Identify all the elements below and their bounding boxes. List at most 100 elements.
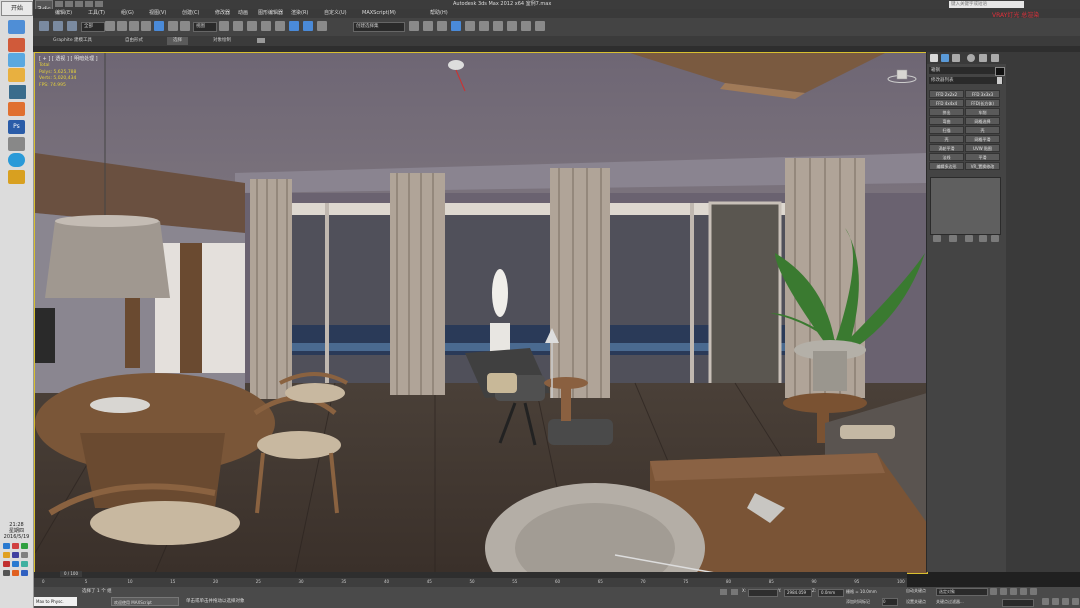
meshsmooth-button[interactable]: 网格平滑 xyxy=(965,135,1000,143)
browser-icon[interactable] xyxy=(8,38,25,52)
menu-item[interactable]: 组(G) xyxy=(121,9,134,18)
undo-icon[interactable] xyxy=(85,1,93,7)
pin-stack-icon[interactable] xyxy=(933,235,941,242)
modifier-list-dropdown[interactable]: 修改器列表 xyxy=(929,77,1003,84)
tray-icon[interactable] xyxy=(3,570,10,576)
open-file-icon[interactable] xyxy=(65,1,73,7)
key-selection-dropdown[interactable]: 选定对象 xyxy=(936,588,988,596)
window-crossing-icon[interactable] xyxy=(141,21,151,31)
snap-toggle-icon[interactable] xyxy=(261,21,271,31)
qq-icon[interactable] xyxy=(8,20,25,34)
object-name-field[interactable]: 箱钢 xyxy=(929,67,995,74)
link-icon[interactable] xyxy=(53,21,63,31)
percent-snap-icon[interactable] xyxy=(289,21,299,31)
next-frame-icon[interactable] xyxy=(1020,588,1027,595)
y-coordinate-field[interactable]: 2984.059 xyxy=(784,589,812,597)
modifier-stack[interactable] xyxy=(930,177,1001,235)
zoom-icon[interactable] xyxy=(1042,598,1049,605)
pivot-center-icon[interactable] xyxy=(219,21,229,31)
maxscript-listener[interactable]: Max to Physc. xyxy=(34,597,77,606)
modify-tab-icon[interactable] xyxy=(941,54,949,62)
add-time-tag-button[interactable]: 添加时间标记 xyxy=(846,599,870,605)
scale-icon[interactable] xyxy=(180,21,190,31)
menu-item[interactable]: 帮助(H) xyxy=(430,9,448,18)
menu-item[interactable]: 编辑(E) xyxy=(55,9,72,18)
tray-icon[interactable] xyxy=(21,570,28,576)
display-tab-icon[interactable] xyxy=(979,54,987,62)
new-file-icon[interactable] xyxy=(55,1,63,7)
folder-icon[interactable] xyxy=(8,68,25,82)
motion-tab-icon[interactable] xyxy=(967,54,975,62)
max-taskbar-icon[interactable] xyxy=(8,84,27,100)
shell-button[interactable]: 壳 xyxy=(965,126,1000,134)
tab-selection[interactable]: 选择 xyxy=(167,37,188,45)
rotate-icon[interactable] xyxy=(168,21,178,31)
align-icon[interactable] xyxy=(423,21,433,31)
brush-icon[interactable] xyxy=(8,102,25,116)
mesh-select-button[interactable]: 网格选择 xyxy=(965,117,1000,125)
photoshop-icon[interactable]: Ps xyxy=(8,120,25,134)
unlink-icon[interactable] xyxy=(67,21,77,31)
z-coordinate-field[interactable]: 0.0mm xyxy=(818,589,844,597)
selection-filter-dropdown[interactable]: 全部 xyxy=(81,22,105,32)
menu-item[interactable]: 创建(C) xyxy=(182,9,199,18)
menu-item[interactable]: 图形编辑器 xyxy=(258,9,283,18)
bend-button[interactable]: 弯曲 xyxy=(929,117,964,125)
tab-object-paint[interactable]: 对象绘制 xyxy=(213,37,231,45)
undo-icon[interactable] xyxy=(39,21,49,31)
angle-snap-icon[interactable] xyxy=(275,21,285,31)
menu-item[interactable]: 动画 xyxy=(238,9,248,18)
tray-icon[interactable] xyxy=(12,552,19,558)
reference-coord-dropdown[interactable]: 视图 xyxy=(193,22,217,32)
network-icon[interactable] xyxy=(8,153,25,167)
auto-key-button[interactable]: 自动关键点 xyxy=(906,588,926,594)
play-icon[interactable] xyxy=(1010,588,1017,595)
track-bar[interactable]: 0 5 10 15 20 25 30 35 40 45 50 55 60 65 70 75 80 85 90 95 10… xyxy=(34,578,907,587)
uvw-map-button[interactable]: UVW 贴图 xyxy=(965,144,1000,152)
utilities-tab-icon[interactable] xyxy=(991,54,999,62)
ffd-box-button[interactable]: FFD(长方体) xyxy=(965,99,1000,107)
x-coordinate-field[interactable] xyxy=(748,589,778,597)
ffd-2x2x2-button[interactable]: FFD 2x2x2 xyxy=(929,90,964,98)
pan-icon[interactable] xyxy=(1062,598,1069,605)
menu-item[interactable]: 渲染(R) xyxy=(291,9,308,18)
tray-icon[interactable] xyxy=(12,570,19,576)
rect-selection-icon[interactable] xyxy=(129,21,139,31)
lathe-button[interactable]: 车削 xyxy=(965,108,1000,116)
sweep-button[interactable]: 扫描 xyxy=(929,126,964,134)
configure-sets-icon[interactable] xyxy=(991,235,999,242)
menu-item[interactable]: 自定义(U) xyxy=(324,9,347,18)
edit-poly-button[interactable]: 编辑多边形 xyxy=(929,162,964,170)
perspective-viewport[interactable]: [ + ] [ 透视 ] [ 明暗处理 ] Total Polys: 5,625… xyxy=(34,52,928,574)
ffd-3x3x3-button[interactable]: FFD 3x3x3 xyxy=(965,90,1000,98)
clock[interactable]: 21:28 星期四 2016/5/19 xyxy=(0,522,33,540)
named-selection-dropdown[interactable]: 创建选择集 xyxy=(353,22,405,32)
extrude-button[interactable]: 挤出 xyxy=(929,108,964,116)
start-button[interactable]: 开始 xyxy=(1,1,33,16)
current-frame-field[interactable]: 0 xyxy=(882,598,898,606)
frame-input[interactable] xyxy=(1002,599,1034,607)
create-tab-icon[interactable] xyxy=(930,54,938,62)
zoom-all-icon[interactable] xyxy=(1052,598,1059,605)
select-by-name-icon[interactable] xyxy=(117,21,127,31)
hierarchy-tab-icon[interactable] xyxy=(952,54,960,62)
tray-icon[interactable] xyxy=(21,552,28,558)
turbosmooth-button[interactable]: 涡轮平滑 xyxy=(929,144,964,152)
lock-icon[interactable] xyxy=(720,589,727,595)
task-item[interactable]: 欢迎使用 MAXScript xyxy=(111,597,179,606)
tray-icon[interactable] xyxy=(12,543,19,549)
tray-icon[interactable] xyxy=(12,561,19,567)
edit-named-selection-icon[interactable] xyxy=(317,21,327,31)
previous-frame-icon[interactable] xyxy=(1000,588,1007,595)
orbit-icon[interactable] xyxy=(1072,598,1079,605)
absolute-mode-icon[interactable] xyxy=(731,589,738,595)
tray-icon[interactable] xyxy=(3,552,10,558)
keyboard-shortcut-icon[interactable] xyxy=(247,21,257,31)
save-file-icon[interactable] xyxy=(75,1,83,7)
tray-icon[interactable] xyxy=(21,543,28,549)
explorer-icon[interactable] xyxy=(8,53,25,67)
material-editor-icon[interactable] xyxy=(493,21,503,31)
remove-modifier-icon[interactable] xyxy=(979,235,987,242)
rendered-frame-icon[interactable] xyxy=(521,21,531,31)
tray-icon[interactable] xyxy=(3,543,10,549)
